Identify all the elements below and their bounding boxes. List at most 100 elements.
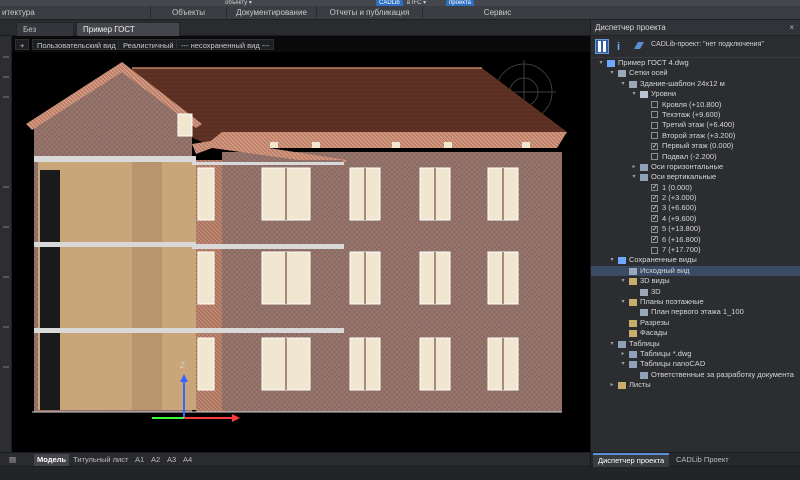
layout-tab-title-sheet[interactable]: Титульный лист bbox=[70, 454, 131, 466]
layout-tab-a3[interactable]: A3 bbox=[164, 454, 179, 466]
tree-item[interactable]: ▾ Здание-шаблон 24x12 м bbox=[591, 79, 800, 89]
visibility-checkbox[interactable] bbox=[651, 121, 658, 129]
doc-tab-untitled[interactable]: Без имени0* bbox=[16, 22, 74, 48]
grid-icon bbox=[629, 80, 637, 88]
tree-item[interactable]: 3D bbox=[591, 287, 800, 297]
tree-item[interactable]: Третий этаж (+6.400) bbox=[591, 120, 800, 130]
tree-item[interactable]: 7 (+17.700) bbox=[591, 245, 800, 255]
tree-item-label: 7 (+17.700) bbox=[662, 245, 701, 255]
tree-item-label: 1 (0.000) bbox=[662, 182, 693, 192]
collapse-arrow-icon[interactable]: ▾ bbox=[608, 68, 616, 78]
tree-item[interactable]: ▸ Таблицы *.dwg bbox=[591, 349, 800, 359]
visibility-checkbox[interactable]: ✓ bbox=[651, 225, 658, 233]
view-icon bbox=[629, 267, 637, 275]
table-icon bbox=[629, 350, 637, 358]
collapse-arrow-icon[interactable]: ▾ bbox=[597, 58, 605, 68]
layout-tab-a1[interactable]: A1 bbox=[132, 454, 147, 466]
tree-item-label: Кровля (+10.800) bbox=[662, 99, 722, 109]
tree-item[interactable]: ✓ 3 (+6.600) bbox=[591, 203, 800, 213]
folder-icon bbox=[629, 330, 637, 338]
axes-icon bbox=[640, 174, 648, 182]
collapse-arrow-icon[interactable]: ▾ bbox=[619, 79, 627, 89]
expand-arrow-icon[interactable]: ▸ bbox=[619, 349, 627, 359]
doc-tab-gost4[interactable]: Пример ГОСТ 4.dwg*× bbox=[76, 22, 180, 48]
ribbon-group-service: Сервис bbox=[422, 6, 572, 20]
project-manager-panel: Диспетчер проекта × i CADLib-проект: "не… bbox=[590, 20, 800, 467]
project-view-button[interactable] bbox=[595, 39, 609, 54]
tree-item-label: 5 (+13.800) bbox=[662, 224, 701, 234]
visibility-checkbox[interactable] bbox=[651, 246, 658, 254]
tab-cadlib-project[interactable]: CADLib Проект bbox=[671, 453, 734, 467]
saved-view-button[interactable]: --- несохраненный вид --- bbox=[176, 39, 275, 50]
expand-arrow-icon[interactable]: ▸ bbox=[630, 162, 638, 172]
tree-item[interactable]: ✓ 1 (0.000) bbox=[591, 183, 800, 193]
layout-tabs: ▤ Модель Титульный лист A1 A2 A3 A4 bbox=[0, 452, 590, 466]
tree-item-label: Пример ГОСТ 4.dwg bbox=[618, 58, 689, 67]
panel-toolbar: i CADLib-проект: "нет подключения" bbox=[591, 36, 800, 58]
visibility-checkbox[interactable] bbox=[651, 111, 658, 119]
tree-item[interactable]: ✓ 5 (+13.800) bbox=[591, 224, 800, 234]
levels-icon bbox=[640, 91, 648, 99]
layout-tab-a4[interactable]: A4 bbox=[180, 454, 195, 466]
tree-item[interactable]: ▸ Листы bbox=[591, 380, 800, 390]
tree-item[interactable]: Фасады bbox=[591, 328, 800, 338]
tree-item[interactable]: ✓ 4 (+9.600) bbox=[591, 214, 800, 224]
tree-item[interactable]: Подвал (-2.200) bbox=[591, 152, 800, 162]
layout-tabs-menu-icon[interactable]: ▤ bbox=[6, 454, 19, 466]
tree-item[interactable]: ▾ Уровни bbox=[591, 89, 800, 99]
visibility-checkbox[interactable]: ✓ bbox=[651, 204, 658, 212]
building-3d-model: Z bbox=[26, 60, 567, 422]
camera-icon bbox=[618, 257, 626, 265]
layout-tab-a2[interactable]: A2 bbox=[148, 454, 163, 466]
collapse-arrow-icon[interactable]: ▾ bbox=[619, 276, 627, 286]
folder-icon bbox=[629, 298, 637, 306]
visibility-checkbox[interactable]: ✓ bbox=[651, 215, 658, 223]
tree-item[interactable]: ▾ Планы поэтажные bbox=[591, 297, 800, 307]
tree-item[interactable]: Техэтаж (+9.600) bbox=[591, 110, 800, 120]
tree-item[interactable]: ✓ 6 (+16.800) bbox=[591, 235, 800, 245]
visibility-checkbox[interactable] bbox=[651, 132, 658, 140]
drawing-viewport[interactable]: + Пользовательский вид Реалистичный --- … bbox=[12, 36, 590, 452]
tree-item[interactable]: ▾ Оси вертикальные bbox=[591, 172, 800, 182]
visibility-checkbox[interactable] bbox=[651, 153, 658, 161]
tree-item[interactable]: ▾ Таблицы bbox=[591, 339, 800, 349]
info-button[interactable]: i bbox=[613, 39, 627, 54]
collapse-arrow-icon[interactable]: ▾ bbox=[619, 297, 627, 307]
tree-item[interactable]: Ответственные за разработку документа bbox=[591, 370, 800, 380]
visibility-checkbox[interactable]: ✓ bbox=[651, 236, 658, 244]
layout-tab-model[interactable]: Модель bbox=[34, 454, 70, 466]
collapse-arrow-icon[interactable]: ▾ bbox=[608, 339, 616, 349]
tree-item[interactable]: Кровля (+10.800) bbox=[591, 100, 800, 110]
collapse-arrow-icon[interactable]: ▾ bbox=[608, 255, 616, 265]
tree-item[interactable]: План первого этажа 1_100 bbox=[591, 307, 800, 317]
tree-item[interactable]: ▾ Пример ГОСТ 4.dwg bbox=[591, 58, 800, 68]
tree-item[interactable]: ▾ Таблицы nanoCAD bbox=[591, 359, 800, 369]
tree-item[interactable]: ✓ Первый этаж (0.000) bbox=[591, 141, 800, 151]
viewport-menu-button[interactable]: + bbox=[15, 39, 30, 50]
tree-item[interactable]: Второй этаж (+3.200) bbox=[591, 131, 800, 141]
visibility-checkbox[interactable] bbox=[651, 101, 658, 109]
tree-item[interactable]: ▸ Оси горизонтальные bbox=[591, 162, 800, 172]
cadlib-icon[interactable] bbox=[633, 39, 647, 54]
tree-item-label: Ответственные за разработку документа bbox=[651, 369, 794, 379]
collapse-arrow-icon[interactable]: ▾ bbox=[630, 89, 638, 99]
tree-item[interactable]: Исходный вид bbox=[591, 265, 800, 277]
tree-item-label: Сетки осей bbox=[629, 68, 668, 78]
visibility-checkbox[interactable]: ✓ bbox=[651, 142, 658, 150]
visibility-checkbox[interactable]: ✓ bbox=[651, 194, 658, 202]
tree-item[interactable]: ▾ Сетки осей bbox=[591, 68, 800, 78]
document-tabs: Без имени0* Пример ГОСТ 4.dwg*× bbox=[0, 20, 590, 48]
collapse-arrow-icon[interactable]: ▾ bbox=[619, 359, 627, 369]
tab-project-manager[interactable]: Диспетчер проекта bbox=[593, 453, 670, 467]
tree-item[interactable]: ▾ 3D виды bbox=[591, 276, 800, 286]
visibility-checkbox[interactable]: ✓ bbox=[651, 184, 658, 192]
tree-item[interactable]: ✓ 2 (+3.000) bbox=[591, 193, 800, 203]
close-panel-icon[interactable]: × bbox=[789, 20, 794, 36]
view-orientation-button[interactable]: Пользовательский вид bbox=[32, 39, 121, 50]
visual-style-button[interactable]: Реалистичный bbox=[118, 39, 179, 50]
tree-item[interactable]: ▾ Сохраненные виды bbox=[591, 255, 800, 265]
tree-item[interactable]: Разрезы bbox=[591, 318, 800, 328]
panel-title-text: Диспетчер проекта bbox=[595, 23, 666, 32]
collapse-arrow-icon[interactable]: ▾ bbox=[630, 172, 638, 182]
expand-arrow-icon[interactable]: ▸ bbox=[608, 380, 616, 390]
